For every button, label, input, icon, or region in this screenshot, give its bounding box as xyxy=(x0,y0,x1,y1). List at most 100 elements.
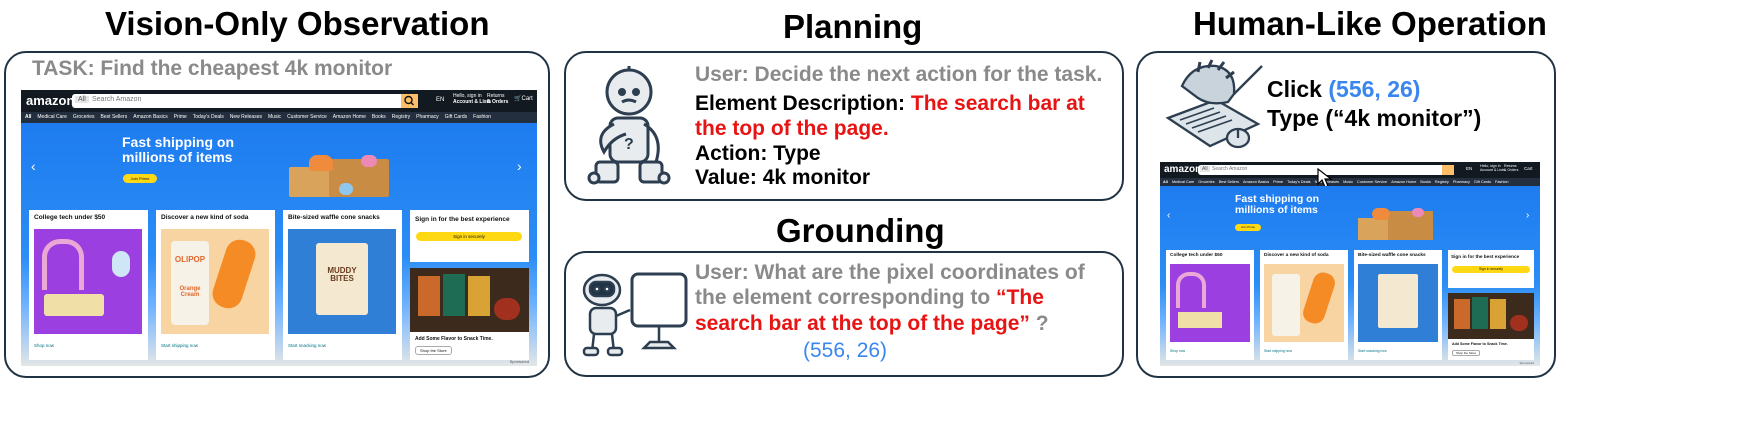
card-college-tech[interactable]: College tech under $50 Shop now xyxy=(29,210,148,360)
account-menu[interactable]: Hello, sign in Account & Lists xyxy=(453,93,491,105)
amazon-logo[interactable]: amazon xyxy=(1164,164,1201,175)
card-link[interactable]: Start shipping now xyxy=(1264,349,1292,353)
hero-next-arrow[interactable]: › xyxy=(517,158,522,174)
nav-items[interactable]: All Medical Care Groceries Best Sellers Amaz… xyxy=(1163,180,1513,184)
card-link[interactable]: Start snacking now xyxy=(1358,349,1387,353)
waffle-image: MUDDY BITES xyxy=(288,229,396,334)
grounding-section-title: Grounding xyxy=(776,212,945,249)
nav-item[interactable]: All xyxy=(25,114,31,120)
nav-item[interactable]: Gift Cards xyxy=(1474,180,1491,184)
planning-value: Value: 4k monitor xyxy=(695,166,871,189)
nav-item[interactable]: Books xyxy=(1420,180,1431,184)
card-link[interactable]: Start shipping now xyxy=(161,343,198,348)
language-selector[interactable]: EN xyxy=(1466,166,1472,172)
card-soda[interactable]: Discover a new kind of soda Start shippi… xyxy=(1260,250,1348,360)
nav-item[interactable]: Pharmacy xyxy=(1453,180,1470,184)
nav-item[interactable]: Groceries xyxy=(1198,180,1214,184)
shop-store-button[interactable]: Shop the Store xyxy=(415,346,452,355)
nav-item[interactable]: Music xyxy=(1343,180,1353,184)
hero-next-arrow[interactable]: › xyxy=(1526,210,1529,221)
nav-item[interactable]: Amazon Basics xyxy=(133,114,167,120)
nav-item[interactable]: Prime xyxy=(174,114,187,120)
sign-in-button[interactable]: Sign in securely xyxy=(1452,266,1530,273)
nav-item[interactable]: Customer Service xyxy=(1357,180,1387,184)
join-prime-button[interactable]: Join Prime xyxy=(123,174,157,183)
planning-element-description: Element Description: The search bar at t… xyxy=(695,91,1115,141)
nav-item[interactable]: Best Sellers xyxy=(1219,180,1239,184)
join-prime-button[interactable]: Join Prime xyxy=(1235,224,1261,231)
search-bar[interactable]: All Search Amazon xyxy=(72,94,418,108)
nav-item[interactable]: Customer Service xyxy=(287,114,327,120)
planning-action: Action: Type xyxy=(695,142,821,165)
soda-flavor: Orange Cream xyxy=(179,286,201,298)
nav-item[interactable]: Books xyxy=(372,114,386,120)
card-waffle[interactable]: Bite-sized waffle cone snacks Start snac… xyxy=(1354,250,1442,360)
nav-item[interactable]: Amazon Home xyxy=(1391,180,1416,184)
card-soda[interactable]: Discover a new kind of soda OLIPOP Orang… xyxy=(156,210,275,360)
orders-link[interactable]: Returns & Orders xyxy=(1504,164,1518,173)
search-scope[interactable]: All xyxy=(75,96,89,103)
operation-type: Type (“4k monitor”) xyxy=(1267,105,1482,131)
nav-item[interactable]: Medical Care xyxy=(37,114,66,120)
hero-banner[interactable]: Fast shipping on millions of items Join P… xyxy=(21,123,537,366)
sign-in-button[interactable]: Sign in securely xyxy=(416,232,522,241)
hero-prev-arrow[interactable]: ‹ xyxy=(1167,210,1170,221)
card-waffle[interactable]: Bite-sized waffle cone snacks MUDDY BITE… xyxy=(283,210,402,360)
nav-item[interactable]: Medical Care xyxy=(1172,180,1194,184)
nav-item[interactable]: New Releases xyxy=(230,114,262,120)
grounding-line2: the element corresponding to “The xyxy=(695,286,1044,309)
college-tech-image xyxy=(34,229,142,334)
card-link[interactable]: Shop now xyxy=(1170,349,1185,353)
planning-section-title: Planning xyxy=(783,8,923,45)
nav-item[interactable]: Prime xyxy=(1273,180,1283,184)
nav-item[interactable]: Groceries xyxy=(73,114,95,120)
search-scope[interactable]: All xyxy=(1200,166,1210,172)
desc-label: Element Description: xyxy=(695,92,906,115)
hero-prev-arrow[interactable]: ‹ xyxy=(31,158,36,174)
card-signin: Sign in for the best experience Sign in … xyxy=(1448,250,1534,288)
grounding-line3: search bar at the top of the page” ? xyxy=(695,312,1049,335)
nav-item[interactable]: Music xyxy=(268,114,281,120)
snack-ad[interactable]: Add Some Flavor to Snack Time. Shop the … xyxy=(1448,293,1534,360)
nav-item[interactable]: Amazon Home xyxy=(333,114,366,120)
orders-link[interactable]: Returns & Orders xyxy=(487,93,508,105)
operation-click: Click (556, 26) xyxy=(1267,76,1421,102)
snack-ad[interactable]: Add Some Flavor to Snack Time. Shop the … xyxy=(410,268,529,360)
nav-item[interactable]: Registry xyxy=(1435,180,1449,184)
card-title: Discover a new kind of soda xyxy=(161,214,249,221)
nav-item[interactable]: Pharmacy xyxy=(416,114,439,120)
nav-bar: All Medical Care Groceries Best Sellers Amaz… xyxy=(21,112,537,123)
cart-button[interactable]: Cart xyxy=(1524,166,1533,172)
nav-item[interactable]: All xyxy=(1163,180,1168,184)
hero-boxes-image xyxy=(1350,208,1440,242)
nav-item[interactable]: Gift Cards xyxy=(445,114,468,120)
nav-item[interactable]: Today's Deals xyxy=(1287,180,1311,184)
nav-item[interactable]: Fashion xyxy=(1495,180,1509,184)
card-link[interactable]: Shop now xyxy=(34,343,54,348)
card-title: College tech under $50 xyxy=(1170,253,1223,258)
account-menu[interactable]: Hello, sign in Account & Lists xyxy=(1480,164,1505,173)
nav-item[interactable]: Registry xyxy=(392,114,410,120)
grounding-line1: User: What are the pixel coordinates of xyxy=(695,261,1085,284)
card-college-tech[interactable]: College tech under $50 Shop now xyxy=(1166,250,1254,360)
nav-item[interactable]: Today's Deals xyxy=(193,114,224,120)
nav-items[interactable]: All Medical Care Groceries Best Sellers Amaz… xyxy=(25,114,497,120)
nav-item[interactable]: Fashion xyxy=(473,114,491,120)
snack-brand: MUDDY BITES xyxy=(327,266,357,283)
cart-button[interactable]: 🛒Cart xyxy=(514,96,533,103)
desc-value-line1: The search bar at xyxy=(910,92,1085,115)
language-selector[interactable]: EN xyxy=(436,97,444,104)
search-button[interactable] xyxy=(1442,165,1454,175)
nav-item[interactable]: Best Sellers xyxy=(101,114,128,120)
amazon-logo[interactable]: amazon xyxy=(26,93,74,108)
soda-brand: OLIPOP xyxy=(174,255,206,264)
search-button[interactable] xyxy=(401,94,418,108)
card-title: Discover a new kind of soda xyxy=(1264,253,1329,258)
card-signin: Sign in for the best experience Sign in … xyxy=(410,210,529,262)
card-link[interactable]: Start snacking now xyxy=(288,343,326,348)
shop-store-button[interactable]: Shop the Store xyxy=(1452,350,1481,356)
hero-banner[interactable]: Fast shipping on millions of items Join P… xyxy=(1160,186,1540,366)
nav-item[interactable]: Amazon Basics xyxy=(1243,180,1269,184)
operation-section-title: Human-Like Operation xyxy=(1193,5,1547,42)
robot-hand-computer-icon xyxy=(1165,59,1263,149)
